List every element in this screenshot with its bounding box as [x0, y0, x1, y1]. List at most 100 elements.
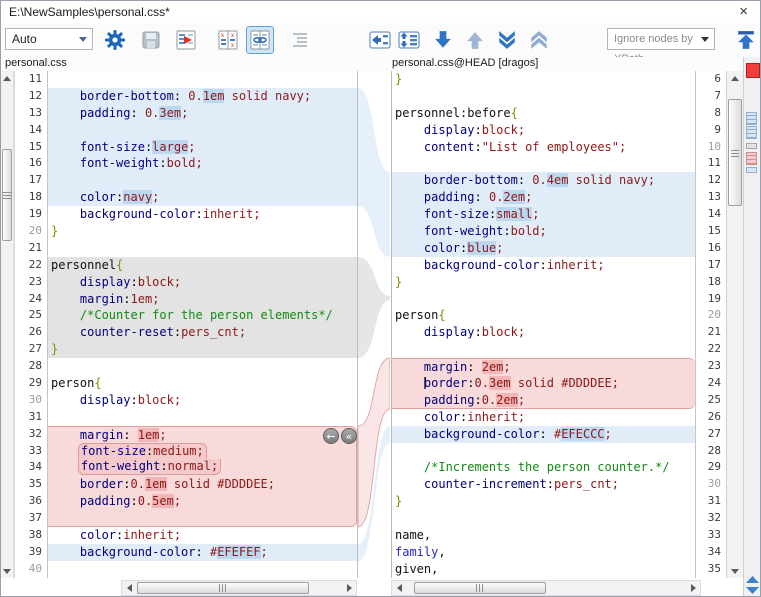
code-text[interactable]	[48, 561, 357, 578]
code-text[interactable]: personnel{	[48, 257, 357, 274]
code-text[interactable]: font-weight:bold;	[48, 155, 357, 172]
code-text[interactable]	[48, 71, 357, 88]
diff-marker-blue[interactable]	[746, 167, 757, 173]
left-horizontal-scrollbar[interactable]	[121, 580, 357, 596]
code-text[interactable]: /*Increments the person counter.*/	[392, 459, 695, 476]
synchronized-scrolling-link-icon[interactable]	[246, 26, 274, 54]
scroll-left-arrow[interactable]	[392, 581, 406, 595]
code-text[interactable]: counter-reset:pers_cnt;	[48, 324, 357, 341]
code-text[interactable]: padding:0.5em;	[48, 493, 357, 510]
code-text[interactable]: font-size:small;	[392, 206, 695, 223]
code-text[interactable]: display:block;	[392, 122, 695, 139]
diff-marker-gray[interactable]	[746, 143, 757, 149]
scroll-up-arrow[interactable]	[1, 71, 13, 85]
code-text[interactable]: font-weight:bold;	[392, 223, 695, 240]
right-vertical-scrollbar[interactable]	[726, 71, 743, 578]
scroll-right-arrow[interactable]	[686, 581, 700, 595]
code-text[interactable]: color:navy;	[48, 189, 357, 206]
code-text[interactable]: font-size:large;	[48, 139, 357, 156]
code-text[interactable]: display:block;	[48, 392, 357, 409]
right-horizontal-scrollbar[interactable]	[391, 580, 701, 596]
code-text[interactable]: margin: 2em;	[392, 358, 695, 375]
code-text[interactable]: background-color:inherit;	[48, 206, 357, 223]
settings-gear-icon[interactable]	[101, 26, 129, 54]
code-text[interactable]: font-size:medium;	[48, 443, 357, 460]
previous-difference-icon[interactable]	[461, 26, 489, 54]
code-text[interactable]: color:inherit;	[392, 409, 695, 426]
right-editor[interactable]: }67personnel:before{8 display:block;9 co…	[391, 71, 726, 578]
code-text[interactable]: personnel:before{	[392, 105, 695, 122]
perform-files-differencing-icon[interactable]	[172, 26, 200, 54]
copy-all-changes-icon[interactable]	[395, 26, 423, 54]
last-difference-icon[interactable]	[493, 26, 521, 54]
code-text[interactable]: }	[392, 71, 695, 88]
code-text[interactable]: border:0.1em solid #DDDDEE;	[48, 476, 357, 493]
diff-overview-top-marker[interactable]	[746, 63, 760, 78]
left-vscroll-thumb[interactable]	[2, 149, 12, 241]
code-text[interactable]	[392, 88, 695, 105]
code-text[interactable]: padding:0.2em;	[392, 392, 695, 409]
format-indent-icon[interactable]	[286, 26, 314, 54]
right-vscroll-thumb[interactable]	[728, 99, 742, 206]
left-editor[interactable]: 1112 border-bottom: 0.1em solid navy;13 …	[14, 71, 357, 578]
ignore-nodes-xpath-combo[interactable]: Ignore nodes by XPath	[607, 28, 715, 50]
code-text[interactable]: }	[48, 223, 357, 240]
code-text[interactable]: border-bottom: 0.4em solid navy;	[392, 172, 695, 189]
code-text[interactable]: name,	[392, 527, 695, 544]
code-text[interactable]	[48, 172, 357, 189]
code-text[interactable]	[392, 443, 695, 460]
scroll-down-arrow[interactable]	[727, 564, 743, 578]
scroll-right-arrow[interactable]	[342, 581, 356, 595]
code-text[interactable]: padding: 0.3em;	[48, 105, 357, 122]
diff-marker-blue[interactable]	[746, 112, 757, 125]
code-text[interactable]: color:inherit;	[48, 527, 357, 544]
left-hscroll-thumb[interactable]	[137, 582, 309, 594]
first-difference-icon[interactable]	[525, 26, 553, 54]
diff-marker-pink[interactable]	[746, 152, 757, 165]
code-text[interactable]: border:0.3em solid #DDDDEE;	[392, 375, 695, 392]
code-text[interactable]: background-color: #EFEFEF;	[48, 544, 357, 561]
code-text[interactable]: background-color:inherit;	[392, 257, 695, 274]
scroll-up-arrow[interactable]	[727, 71, 743, 85]
go-to-first-change-icon[interactable]	[732, 26, 760, 54]
code-text[interactable]: given,	[392, 561, 695, 578]
code-text[interactable]: border-bottom: 0.1em solid navy;	[48, 88, 357, 105]
synchronized-scrolling-toggle-icon[interactable]	[745, 575, 760, 595]
code-text[interactable]: counter-increment:pers_cnt;	[392, 476, 695, 493]
code-text[interactable]	[48, 510, 357, 527]
diff-algorithm-combo[interactable]: Auto	[5, 28, 93, 50]
code-text[interactable]: content:"List of employees";	[392, 139, 695, 156]
code-text[interactable]: family,	[392, 544, 695, 561]
save-icon[interactable]	[137, 26, 165, 54]
copy-change-from-right-icon[interactable]	[366, 26, 394, 54]
close-icon[interactable]: ×	[739, 3, 748, 21]
code-text[interactable]: person{	[48, 375, 357, 392]
copy-change-right-to-left-button[interactable]: ←	[323, 428, 339, 444]
code-text[interactable]: margin: 1em;	[48, 426, 357, 443]
scroll-left-arrow[interactable]	[122, 581, 136, 595]
code-text[interactable]	[392, 341, 695, 358]
code-text[interactable]	[392, 510, 695, 527]
code-text[interactable]: color:blue;	[392, 240, 695, 257]
code-text[interactable]	[392, 155, 695, 172]
right-hscroll-thumb[interactable]	[414, 582, 546, 594]
copy-all-right-to-left-button[interactable]: «	[341, 428, 357, 444]
code-text[interactable]: margin:1em;	[48, 291, 357, 308]
code-text[interactable]: person{	[392, 307, 695, 324]
code-text[interactable]: }	[392, 493, 695, 510]
code-text[interactable]	[48, 358, 357, 375]
code-text[interactable]: display:block;	[48, 274, 357, 291]
code-text[interactable]	[48, 122, 357, 139]
next-difference-icon[interactable]	[429, 26, 457, 54]
code-text[interactable]: font-weight:normal;	[48, 459, 357, 476]
code-text[interactable]	[392, 291, 695, 308]
diff-marks-icon[interactable]: x x x	[214, 26, 242, 54]
code-text[interactable]: display:block;	[392, 324, 695, 341]
left-vertical-scrollbar[interactable]	[1, 71, 14, 578]
code-text[interactable]: }	[392, 274, 695, 291]
code-text[interactable]: }	[48, 341, 357, 358]
code-text[interactable]: background-color: #EFECCC;	[392, 426, 695, 443]
code-text[interactable]	[48, 240, 357, 257]
code-text[interactable]: padding: 0.2em;	[392, 189, 695, 206]
code-text[interactable]	[48, 409, 357, 426]
